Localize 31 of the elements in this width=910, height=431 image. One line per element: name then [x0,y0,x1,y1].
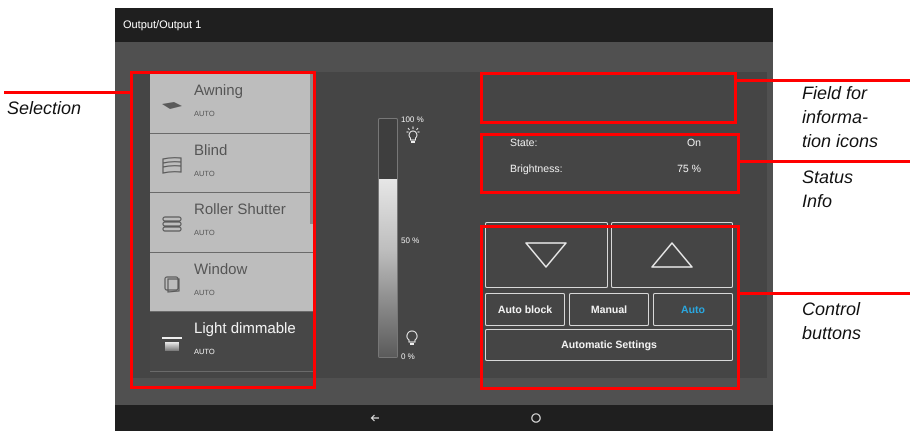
roller-shutter-icon [161,216,183,232]
status-label: Brightness: [510,163,563,175]
down-triangle-icon [523,241,570,269]
status-value: On [686,137,701,149]
down-button[interactable] [485,222,608,288]
mode-button[interactable]: Auto [653,293,733,326]
slider-label: 50 % [401,236,420,245]
window-title: Output/Output 1 [123,19,202,31]
annotation-label: Status Info [802,166,854,213]
back-icon[interactable] [370,413,380,423]
status-value: 75 % [677,163,701,175]
automatic-settings-button[interactable]: Automatic Settings [485,329,733,361]
status-label: State: [510,137,538,149]
window-icon [162,274,182,294]
scrollbar[interactable] [310,74,313,224]
slider-label: 100 % [401,115,424,124]
up-button[interactable] [610,222,733,288]
awning-icon [160,99,184,112]
home-icon[interactable] [531,413,541,423]
brightness-slider[interactable] [378,118,398,358]
light-fixture-icon [161,336,183,352]
mode-button[interactable]: Manual [569,293,649,326]
blind-icon [161,156,183,174]
annotation-label: Field for informa-tion icons [802,82,880,153]
annotation-label: Selection [7,97,82,120]
bulb-off-icon [406,330,418,346]
slider-label: 0 % [401,352,415,361]
annotation-label: Control buttons [802,298,862,345]
mode-button[interactable]: Auto block [485,293,565,326]
up-triangle-icon [648,241,695,269]
bulb-on-icon [406,126,420,144]
